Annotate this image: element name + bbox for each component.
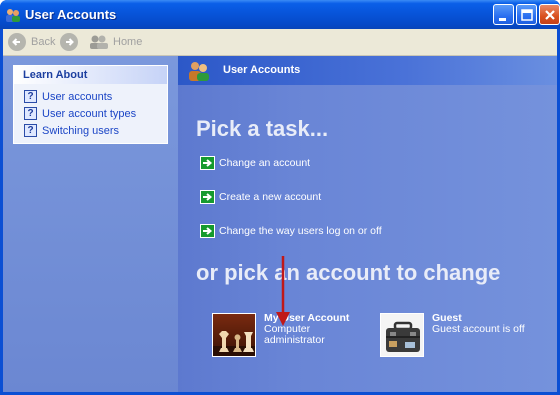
help-icon: ? (24, 107, 37, 120)
navigation-toolbar: Back Home (3, 29, 557, 56)
sidebar: Learn About ? User accounts ? User accou… (3, 56, 178, 392)
user-accounts-icon (189, 62, 209, 81)
task-change-logon[interactable]: Change the way users log on or off (200, 224, 382, 238)
green-arrow-icon (200, 224, 215, 238)
task-label: Change the way users log on or off (219, 225, 382, 237)
task-label: Create a new account (219, 191, 322, 203)
learn-about-title: Learn About (14, 66, 167, 84)
green-arrow-icon (200, 156, 215, 170)
content-area: Learn About ? User accounts ? User accou… (3, 56, 557, 392)
window-title: User Accounts (25, 7, 117, 22)
forward-button[interactable] (60, 32, 83, 52)
learn-item-label: User accounts (42, 90, 113, 103)
close-button[interactable] (539, 4, 560, 25)
maximize-icon (521, 9, 533, 21)
user-accounts-window: User Accounts Back Home Learn About ? Us… (0, 0, 560, 395)
minimize-button[interactable] (493, 4, 514, 25)
task-create-account[interactable]: Create a new account (200, 190, 321, 204)
learn-about-panel: Learn About ? User accounts ? User accou… (13, 65, 168, 144)
account-status: Guest account is off (432, 323, 525, 335)
task-label: Change an account (219, 157, 311, 169)
minimize-icon (499, 18, 506, 21)
forward-arrow-icon (60, 33, 78, 51)
title-bar[interactable]: User Accounts (0, 0, 560, 29)
pick-task-heading: Pick a task... (196, 116, 329, 141)
main-header-title: User Accounts (223, 64, 301, 76)
home-users-icon (90, 35, 108, 49)
green-arrow-icon (200, 190, 215, 204)
user-accounts-icon (6, 9, 20, 22)
back-label: Back (31, 36, 56, 48)
learn-item-label: Switching users (42, 124, 120, 137)
back-arrow-icon (8, 33, 26, 51)
learn-item-user-account-types[interactable]: ? User account types (14, 105, 167, 122)
learn-item-switching-users[interactable]: ? Switching users (14, 122, 167, 139)
close-icon (545, 10, 555, 20)
home-label: Home (113, 36, 143, 48)
task-change-account[interactable]: Change an account (200, 156, 310, 170)
back-button[interactable]: Back (8, 32, 55, 52)
account-guest[interactable]: Guest Guest account is off (380, 313, 525, 357)
main-panel: User Accounts Pick a task... Change an a… (178, 56, 557, 392)
home-button[interactable]: Home (89, 32, 142, 52)
main-header: User Accounts (178, 56, 557, 85)
account-type-line2: administrator (264, 334, 325, 346)
help-icon: ? (24, 124, 37, 137)
account-my-user[interactable]: My User Account Computer administrator (212, 313, 349, 357)
briefcase-picture (380, 313, 424, 357)
learn-item-user-accounts[interactable]: ? User accounts (14, 88, 167, 105)
help-icon: ? (24, 90, 37, 103)
learn-item-label: User account types (42, 107, 137, 120)
pick-account-heading: or pick an account to change (196, 260, 501, 285)
chess-pieces-picture (212, 313, 256, 357)
maximize-button[interactable] (516, 4, 537, 25)
